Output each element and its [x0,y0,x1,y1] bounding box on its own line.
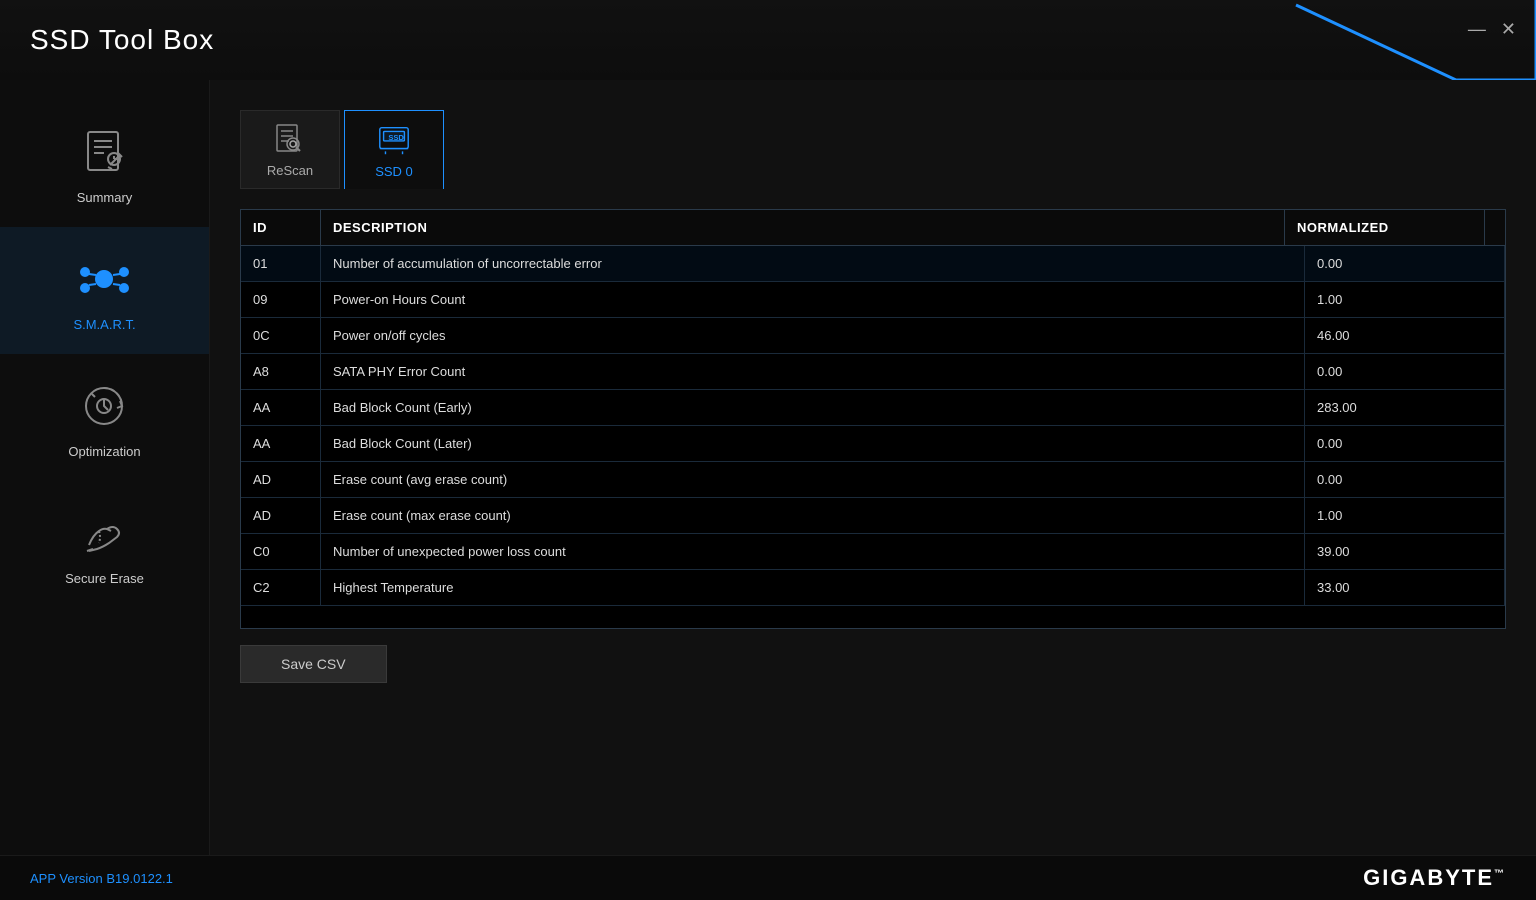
brand-logo: GIGABYTE™ [1363,865,1506,891]
cell-normalized: 33.00 [1305,570,1505,605]
cell-id: AD [241,462,321,497]
tab-ssd0[interactable]: SSD SSD 0 [344,110,444,189]
cell-description: Power-on Hours Count [321,282,1305,317]
table-row[interactable]: 09 Power-on Hours Count 1.00 [241,282,1505,318]
cell-normalized: 1.00 [1305,498,1505,533]
window-controls: — ✕ [1468,20,1516,38]
content-area: ReScan SSD SSD 0 [210,80,1536,900]
sidebar-item-optimization[interactable]: Optimization [0,354,209,481]
cell-normalized: 0.00 [1305,246,1505,281]
cell-id: C2 [241,570,321,605]
sidebar-label-optimization: Optimization [68,444,140,459]
cell-description: SATA PHY Error Count [321,354,1305,389]
cell-description: Erase count (max erase count) [321,498,1305,533]
col-header-id: ID [241,210,321,245]
cell-id: 01 [241,246,321,281]
cell-id: C0 [241,534,321,569]
close-button[interactable]: ✕ [1501,20,1516,38]
cell-description: Power on/off cycles [321,318,1305,353]
cell-id: AA [241,426,321,461]
cell-id: AD [241,498,321,533]
table-row[interactable]: 0C Power on/off cycles 46.00 [241,318,1505,354]
version-number: B19.0122.1 [106,871,173,886]
cell-normalized: 0.00 [1305,462,1505,497]
tab-rescan-label: ReScan [267,163,313,178]
svg-text:SSD: SSD [388,133,404,142]
brand-tm: ™ [1494,869,1506,880]
version-label: APP Version [30,871,103,886]
table-row[interactable]: C2 Highest Temperature 33.00 [241,570,1505,606]
title-bar: SSD Tool Box — ✕ [0,0,1536,80]
col-header-normalized: NORMALIZED [1285,210,1485,245]
optimization-icon [75,376,135,436]
tab-bar: ReScan SSD SSD 0 [240,110,1506,189]
brand-name: GIGABYTE [1363,865,1494,890]
ssd0-tab-icon: SSD [376,122,412,158]
smart-icon [75,249,135,309]
app-title: SSD Tool Box [30,24,214,56]
cell-id: A8 [241,354,321,389]
table-row[interactable]: AA Bad Block Count (Early) 283.00 [241,390,1505,426]
sidebar-label-secure-erase: Secure Erase [65,571,144,586]
table-row[interactable]: A8 SATA PHY Error Count 0.00 [241,354,1505,390]
smart-table: ID DESCRIPTION NORMALIZED 01 Number of a… [240,209,1506,629]
main-layout: Summary S.M.A.R.T. [0,80,1536,900]
cell-normalized: 0.00 [1305,354,1505,389]
sidebar-label-summary: Summary [77,190,133,205]
sidebar-item-smart[interactable]: S.M.A.R.T. [0,227,209,354]
table-row[interactable]: AD Erase count (avg erase count) 0.00 [241,462,1505,498]
cell-description: Number of unexpected power loss count [321,534,1305,569]
sidebar-item-summary[interactable]: Summary [0,100,209,227]
cell-normalized: 1.00 [1305,282,1505,317]
cell-normalized: 46.00 [1305,318,1505,353]
app-version: APP Version B19.0122.1 [30,871,173,886]
cell-description: Bad Block Count (Later) [321,426,1305,461]
footer: APP Version B19.0122.1 GIGABYTE™ [0,855,1536,900]
cell-id: 0C [241,318,321,353]
cell-id: AA [241,390,321,425]
minimize-button[interactable]: — [1468,20,1486,38]
table-header: ID DESCRIPTION NORMALIZED [241,210,1505,246]
table-row[interactable]: AA Bad Block Count (Later) 0.00 [241,426,1505,462]
col-header-description: DESCRIPTION [321,210,1285,245]
cell-description: Highest Temperature [321,570,1305,605]
cell-normalized: 39.00 [1305,534,1505,569]
rescan-tab-icon [272,121,308,157]
sidebar-label-smart: S.M.A.R.T. [73,317,135,332]
table-row[interactable]: C0 Number of unexpected power loss count… [241,534,1505,570]
cell-description: Erase count (avg erase count) [321,462,1305,497]
table-row[interactable]: 01 Number of accumulation of uncorrectab… [241,246,1505,282]
sidebar-item-secure-erase[interactable]: Secure Erase [0,481,209,608]
cell-description: Bad Block Count (Early) [321,390,1305,425]
cell-normalized: 0.00 [1305,426,1505,461]
table-body[interactable]: 01 Number of accumulation of uncorrectab… [241,246,1505,628]
sidebar: Summary S.M.A.R.T. [0,80,210,900]
tab-rescan[interactable]: ReScan [240,110,340,189]
tab-ssd0-label: SSD 0 [375,164,413,179]
cell-normalized: 283.00 [1305,390,1505,425]
summary-icon [75,122,135,182]
cell-description: Number of accumulation of uncorrectable … [321,246,1305,281]
cell-id: 09 [241,282,321,317]
save-csv-button[interactable]: Save CSV [240,645,387,683]
secure-erase-icon [75,503,135,563]
title-accent [1216,0,1536,80]
table-row[interactable]: AD Erase count (max erase count) 1.00 [241,498,1505,534]
